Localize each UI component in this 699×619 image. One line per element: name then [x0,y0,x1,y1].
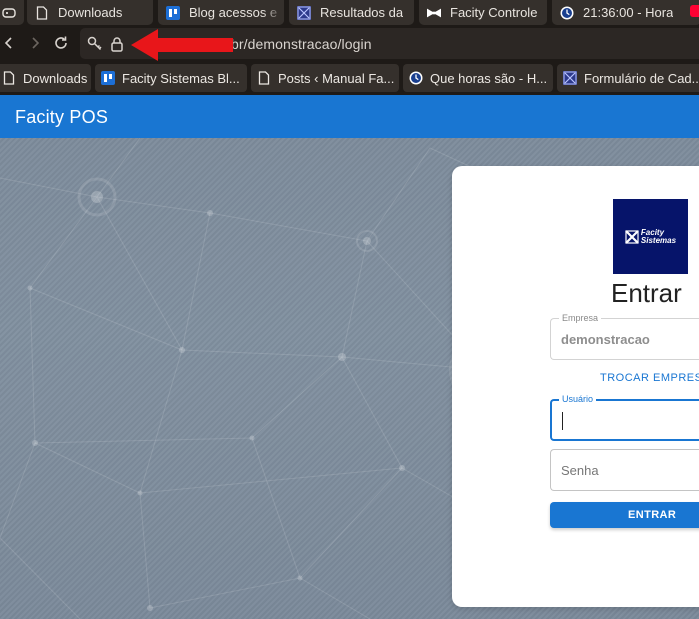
clock-icon [560,6,574,20]
tab-label: Resultados da [320,5,404,20]
reload-button[interactable] [50,32,72,54]
bookmark-label: Facity Sistemas Bl... [122,70,240,86]
annotation-arrow-icon [131,29,233,61]
bookmarks-bar: Downloads Facity Sistemas Bl... Posts ‹ … [0,62,699,94]
browser-tab-strip: Downloads Blog acessos e Resultados da F… [0,0,699,25]
app-header: Facity POS [0,95,699,138]
bookmark-label: Formulário de Cad... [584,70,699,86]
bookmark-que-horas[interactable]: Que horas são - H... [403,64,553,92]
browser-tab-clock[interactable]: 21:36:00 - Hora [552,0,699,25]
text-caret [562,412,563,430]
form-grid-icon [563,71,577,85]
youtube-icon[interactable] [690,5,699,17]
browser-tab-facity-controle[interactable]: Facity Controle [419,0,547,25]
clock-icon [409,71,423,85]
company-logo: Facity Sistemas [613,199,688,274]
app-title: Facity POS [15,107,109,127]
switch-company-link[interactable]: TROCAR EMPRESA [600,372,699,384]
tab-label: Facity Controle [450,5,538,20]
form-grid-icon [297,5,311,20]
bookmark-formulario[interactable]: Formulário de Cad... [557,64,699,92]
bookmark-label: Downloads [23,70,88,86]
browser-tab-downloads[interactable]: Downloads [27,0,153,25]
arrow-left-icon [4,37,12,49]
logo-line-2: Sistemas [640,235,677,245]
login-card: Facity Sistemas Entrar Empresa demonstra… [452,166,699,607]
company-field-value: demonstracao [561,332,650,347]
username-field[interactable]: Usuário [550,393,699,441]
browser-tab-blog[interactable]: Blog acessos e [158,0,284,25]
trello-icon [101,71,115,85]
facity-logo-icon [625,229,639,244]
address-text[interactable]: br/demonstracao/login [231,36,372,52]
forward-button[interactable] [24,32,46,54]
page-icon [35,5,49,20]
company-field: Empresa demonstracao [550,312,699,360]
browser-tab-resultados[interactable]: Resultados da [289,0,414,25]
browser-tab-games[interactable] [0,0,24,25]
page-icon [2,71,16,85]
bowtie-icon [427,6,441,20]
bookmark-downloads[interactable]: Downloads [0,64,91,92]
username-field-label: Usuário [559,393,597,405]
back-button[interactable] [0,32,20,54]
reload-icon [55,36,67,49]
password-field[interactable]: Senha [550,449,699,491]
company-field-label: Empresa [559,312,602,324]
trello-icon [166,5,180,20]
lock-icon[interactable] [109,36,125,52]
browser-toolbar: br/demonstracao/login [0,25,699,62]
login-submit-button[interactable]: ENTRAR [550,502,699,528]
bookmark-label: Que horas são - H... [430,70,548,86]
arrow-right-icon [32,37,40,49]
tab-label: 21:36:00 - Hora [583,5,674,20]
bookmark-facity-blog[interactable]: Facity Sistemas Bl... [95,64,247,92]
page-icon [257,71,271,85]
bookmark-label: Posts ‹ Manual Fa... [278,70,395,86]
bookmark-posts-manual[interactable]: Posts ‹ Manual Fa... [251,64,399,92]
login-heading: Entrar [611,278,682,308]
login-submit-label: ENTRAR [628,509,677,521]
key-icon[interactable] [87,36,103,52]
password-placeholder: Senha [561,463,599,478]
tab-label: Downloads [58,5,123,20]
gamepad-icon [2,6,16,20]
